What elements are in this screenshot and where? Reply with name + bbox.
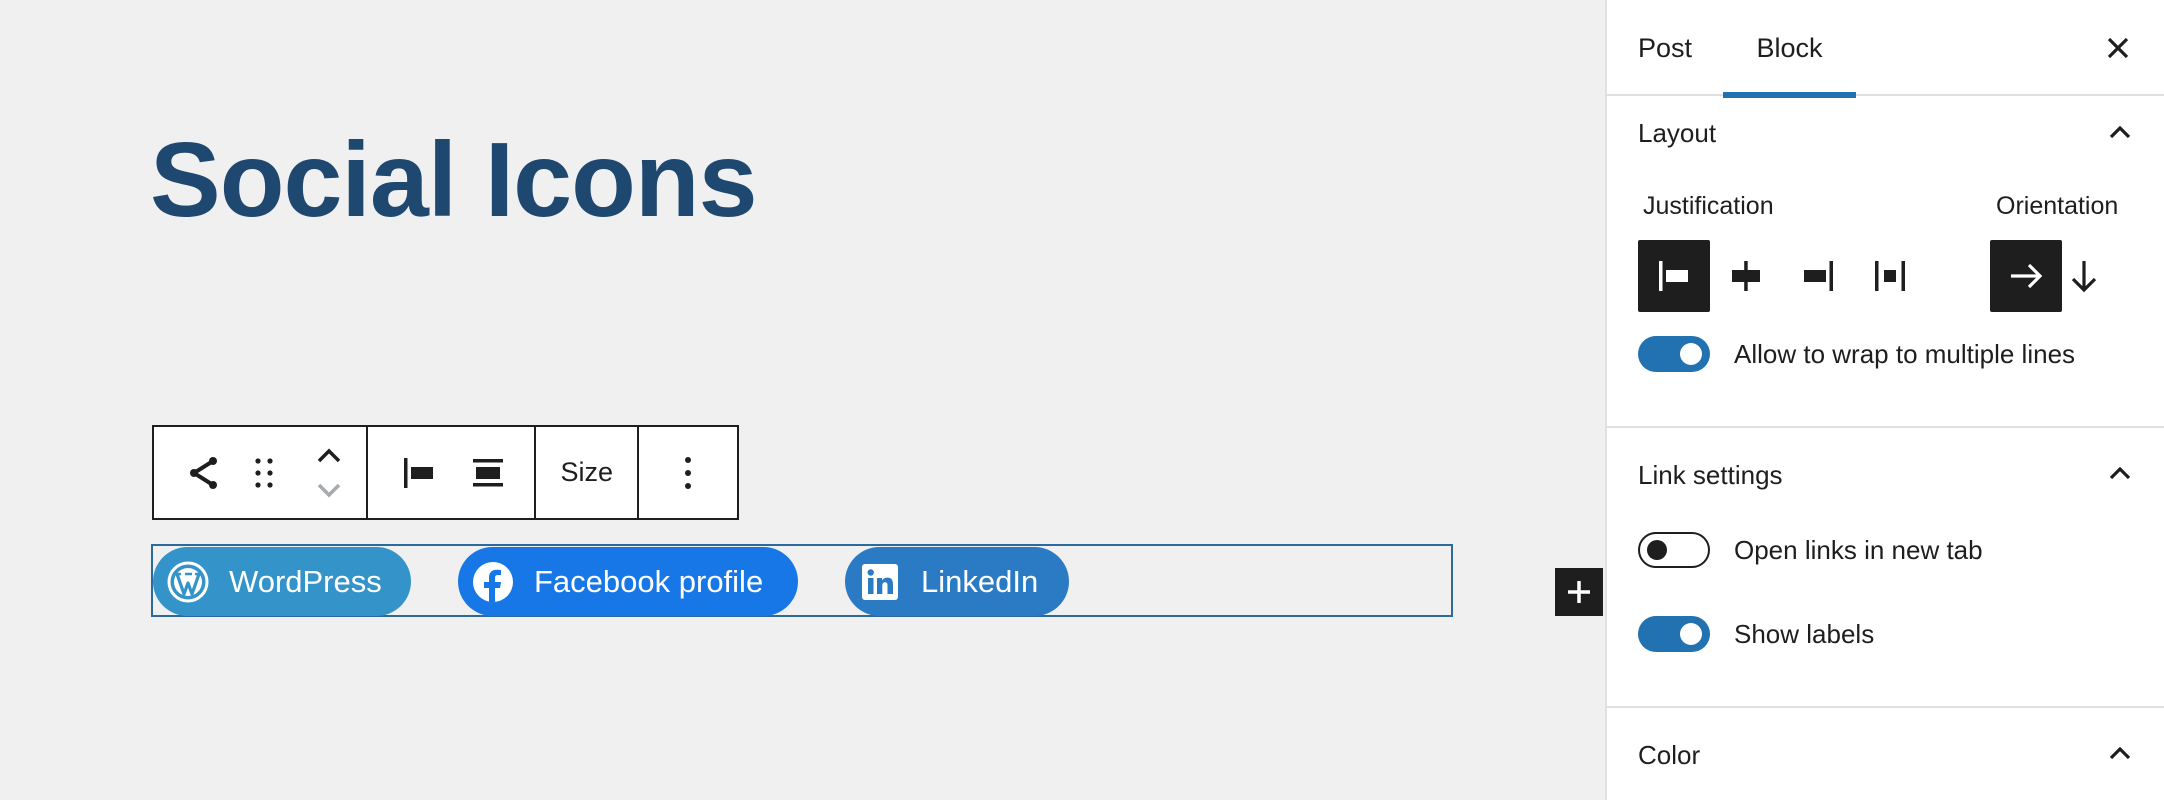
chevron-up-icon[interactable] [2106,459,2134,487]
orientation-label: Orientation [1996,192,2119,220]
justify-left-icon[interactable] [1638,240,1710,312]
align-wide-icon[interactable] [458,427,518,518]
panel-layout: Layout Justification Orientation Allow t… [1607,96,2164,428]
wordpress-icon [167,561,209,603]
share-icon[interactable] [154,427,234,518]
social-link-label: WordPress [229,563,382,599]
wrap-toggle[interactable] [1638,336,1710,372]
sidebar-header: Post Block [1607,0,2164,98]
panel-link-settings: Link settings Open links in new tab Show… [1607,428,2164,708]
wrap-label: Allow to wrap to multiple lines [1734,338,2076,369]
drag-handle-icon[interactable] [234,427,294,518]
justify-left-icon[interactable] [368,427,458,518]
tab-post[interactable]: Post [1638,0,1692,96]
social-link-linkedin[interactable]: LinkedIn [845,547,1069,616]
close-icon[interactable] [2100,30,2136,66]
new-tab-label: Open links in new tab [1734,534,1983,565]
justify-space-between-icon[interactable] [1854,240,1926,312]
panel-color: Color [1607,708,2164,800]
editor-canvas: Social Icons Size WordPress Facebook pro… [0,0,1605,800]
settings-sidebar: Post Block Layout Justification Orientat… [1605,0,2164,800]
plus-icon[interactable] [1555,568,1603,616]
show-labels-toggle-row[interactable]: Show labels [1638,616,1874,652]
move-up-down-icon[interactable] [294,427,364,518]
panel-title-layout[interactable]: Layout [1638,118,1716,149]
wrap-toggle-row[interactable]: Allow to wrap to multiple lines [1638,336,2075,372]
show-labels-toggle[interactable] [1638,616,1710,652]
social-link-label: LinkedIn [921,563,1039,599]
size-button[interactable]: Size [536,427,637,518]
new-tab-toggle-row[interactable]: Open links in new tab [1638,532,1983,568]
facebook-icon [472,561,514,603]
block-toolbar: Size [152,425,739,520]
page-title[interactable]: Social Icons [150,120,758,241]
new-tab-toggle[interactable] [1638,532,1710,568]
panel-title-color[interactable]: Color [1638,740,1700,771]
justification-label: Justification [1643,192,1774,220]
social-link-facebook[interactable]: Facebook profile [458,547,798,616]
tab-block[interactable]: Block [1723,0,1856,98]
show-labels-label: Show labels [1734,618,1875,649]
arrow-down-icon[interactable] [2062,240,2106,312]
justify-center-icon[interactable] [1710,240,1782,312]
toolbar-group-options [639,427,737,518]
arrow-right-icon[interactable] [1990,240,2062,312]
chevron-up-icon[interactable] [2106,118,2134,146]
toolbar-group-block [154,427,369,518]
panel-title-link-settings[interactable]: Link settings [1638,460,1783,491]
linkedin-icon [859,561,901,603]
justify-right-icon[interactable] [1782,240,1854,312]
chevron-up-icon[interactable] [2106,739,2134,767]
more-vertical-icon[interactable] [639,427,737,518]
social-link-label: Facebook profile [534,563,764,599]
toolbar-group-size: Size [536,427,639,518]
social-link-wordpress[interactable]: WordPress [153,547,411,616]
toolbar-group-alignment [368,427,537,518]
social-icons-block[interactable]: WordPress Facebook profile LinkedIn [151,544,1603,617]
